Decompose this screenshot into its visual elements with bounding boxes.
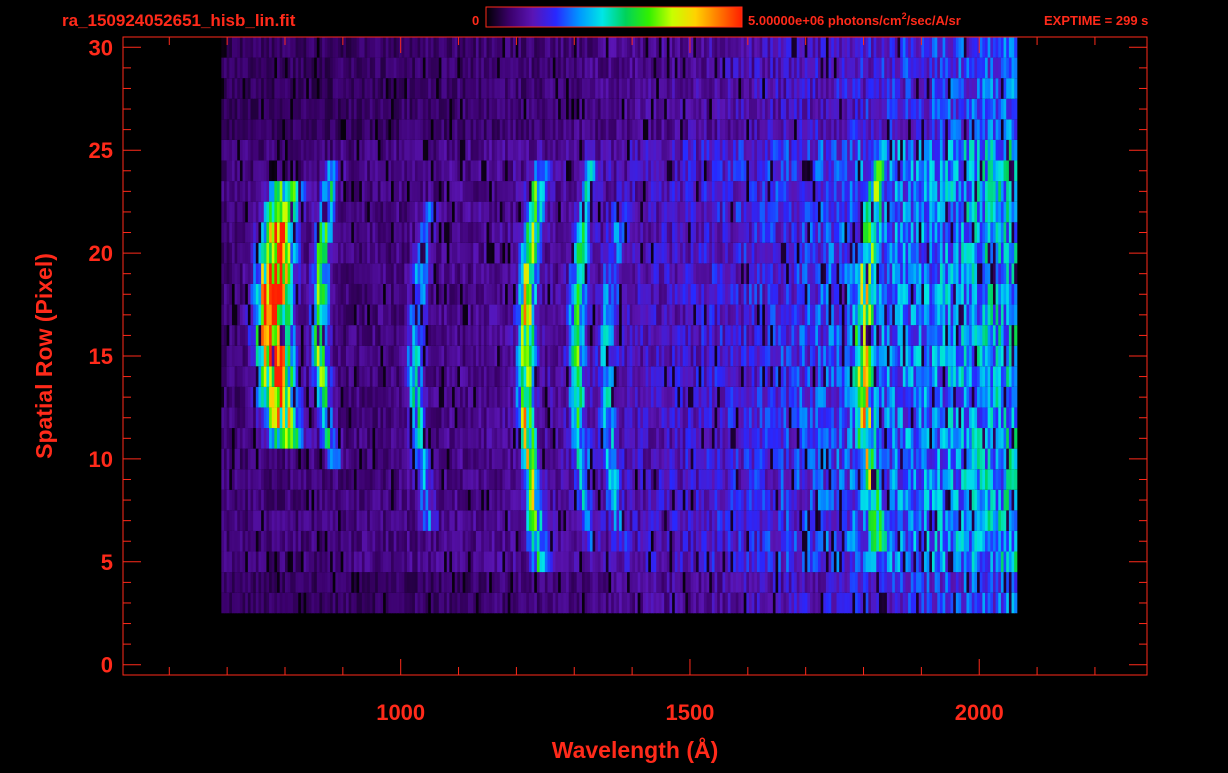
heatmap-cell [1014, 592, 1018, 614]
heatmap-cell [1014, 345, 1018, 367]
colorbar-min-label: 0 [472, 13, 479, 28]
exptime-label: EXPTIME = 299 s [1044, 13, 1148, 28]
colorbar [485, 6, 743, 28]
heatmap-cell [1014, 530, 1018, 552]
spectral-image-chart: ra_150924052651_hisb_lin.fit 0 5.00000e+… [31, 6, 1148, 763]
heatmap-cell [1014, 448, 1018, 470]
heatmap-cell [1014, 489, 1018, 511]
heatmap-cell [1014, 283, 1018, 305]
heatmap-cell [1014, 407, 1018, 429]
heatmap-cell [1014, 510, 1018, 531]
heatmap-cell [1014, 572, 1018, 593]
colorbar-max-label: 5.00000e+06 photons/cm2/sec/A/sr [748, 11, 961, 28]
heatmap-cell [1014, 469, 1018, 490]
heatmap-cell [1014, 551, 1018, 573]
heatmap-cell [1014, 304, 1018, 326]
file-title: ra_150924052651_hisb_lin.fit [62, 11, 296, 30]
heatmap-cell [1014, 428, 1018, 449]
heatmap-cell [1014, 325, 1018, 346]
heatmap-cell [1014, 386, 1018, 408]
heatmap-cells [221, 37, 1018, 614]
heatmap-cell [1014, 366, 1018, 387]
